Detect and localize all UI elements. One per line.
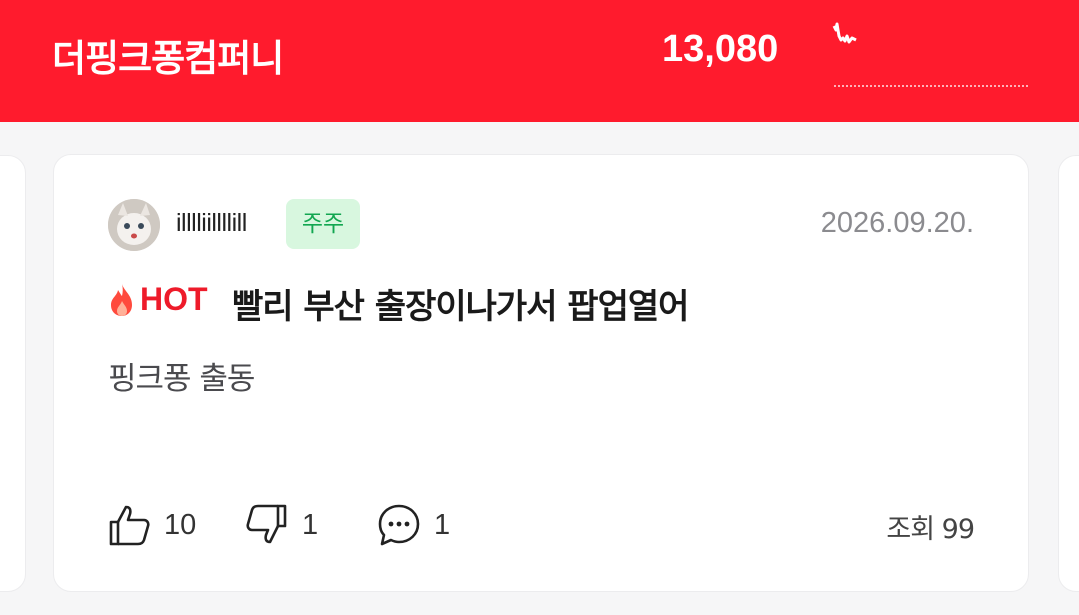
post-body: 핑크퐁 출동 [108,361,255,397]
thumbs-down-icon [246,504,287,544]
comment-count: 1 [434,508,451,541]
dislike-count: 1 [302,508,319,541]
stock-price: 13,080 [662,28,779,70]
author-name[interactable]: illlliillllill [176,209,247,238]
company-name: 더핑크퐁컴퍼니 [52,37,284,80]
shareholder-badge: 주주 [286,199,360,249]
next-post-card[interactable] [1058,155,1079,592]
like-count: 10 [164,508,197,541]
hot-label: HOT [140,281,208,317]
like-button[interactable]: 10 [106,503,196,547]
thumbs-up-icon [109,505,150,546]
price-sparkline [832,22,1028,87]
post-date: 2026.09.20. [820,207,974,239]
post-title[interactable]: 빨리 부산 출장이나가서 팝업열어 [232,279,689,328]
stock-header: 더핑크퐁컴퍼니 13,080 [0,0,1079,122]
view-count: 조회 99 [886,514,975,545]
previous-post-card[interactable] [0,155,26,592]
comment-button[interactable]: 1 [376,503,450,547]
comment-icon [378,504,420,546]
dislike-button[interactable]: 1 [244,503,318,547]
fire-icon [111,284,132,316]
post-card[interactable]: illlliillllill 주주 2026.09.20. HOT 빨리 부산 … [53,154,1029,592]
avatar[interactable] [108,199,160,251]
